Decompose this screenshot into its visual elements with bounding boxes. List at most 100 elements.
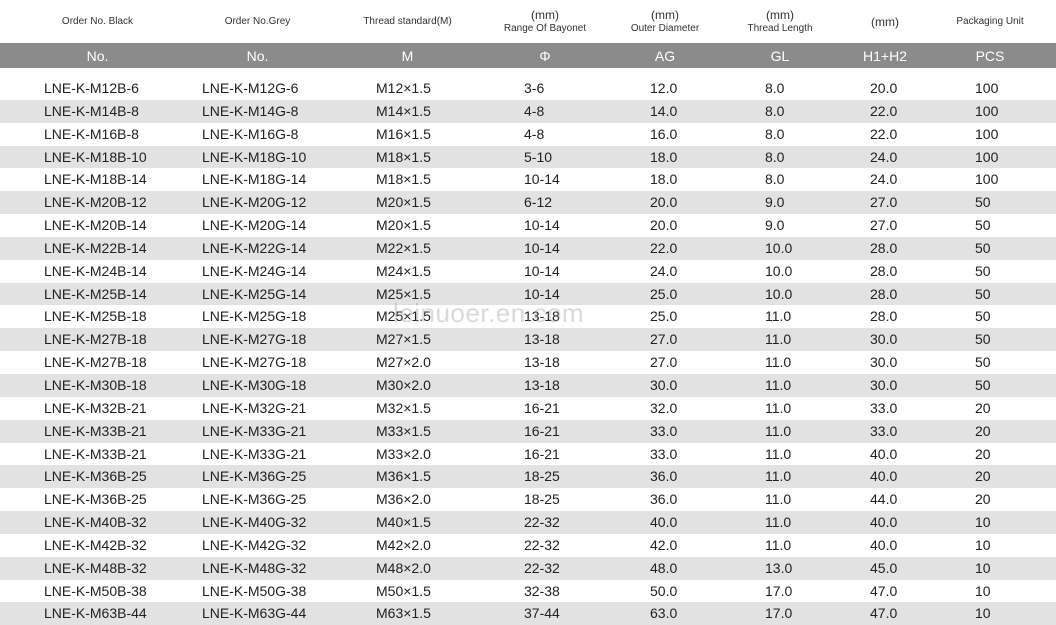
table-row: LNE-K-M18B-14 LNE-K-M18G-14 M18×1.5 10-14 18… <box>0 168 1056 191</box>
subheader-no-black: No. <box>86 48 109 64</box>
cell-packaging-unit: 10 <box>975 536 991 553</box>
table-row: LNE-K-M25B-18 LNE-K-M25G-18 M25×1.5 13-18 25… <box>0 305 1056 328</box>
table-row: LNE-K-M24B-14 LNE-K-M24G-14 M24×1.5 10-14 24… <box>0 260 1056 283</box>
cell-bayonet-range: 10-14 <box>524 171 560 188</box>
table-row: LNE-K-M48B-32 LNE-K-M48G-32 M48×2.0 22-32 48… <box>0 556 1056 580</box>
table-header-sub: No. No. M Φ AG GL H1+H2 PCS <box>0 43 1056 68</box>
cell-h1-h2: 40.0 <box>870 445 898 462</box>
cell-bayonet-range: 4-8 <box>524 102 545 119</box>
table-row: LNE-K-M22B-14 LNE-K-M22G-14 M22×1.5 10-14 22… <box>0 236 1056 260</box>
cell-thread-length: 8.0 <box>765 102 785 119</box>
cell-packaging-unit: 50 <box>975 285 991 302</box>
cell-outer-diameter: 27.0 <box>650 331 678 348</box>
cell-order-no-black: LNE-K-M33B-21 <box>44 445 147 462</box>
cell-thread-length: 8.0 <box>765 80 785 96</box>
cell-outer-diameter: 63.0 <box>650 605 678 622</box>
cell-packaging-unit: 20 <box>975 468 991 485</box>
cell-outer-diameter: 33.0 <box>650 422 678 439</box>
cell-thread-length: 11.0 <box>765 308 792 325</box>
table-row: LNE-K-M63B-44 LNE-K-M63G-44 M63×1.5 37-44 63… <box>0 602 1056 625</box>
cell-order-no-grey: LNE-K-M24G-14 <box>202 262 307 279</box>
header-label: Thread standard(M) <box>363 16 452 27</box>
cell-bayonet-range: 13-18 <box>524 331 560 348</box>
cell-thread-length: 8.0 <box>765 148 785 165</box>
header-label: Packaging Unit <box>956 16 1024 27</box>
cell-order-no-grey: LNE-K-M18G-10 <box>202 148 307 165</box>
cell-thread-length: 11.0 <box>765 536 792 553</box>
header-label: Order No.Grey <box>224 16 291 27</box>
cell-order-no-black: LNE-K-M22B-14 <box>44 239 147 256</box>
table-row: LNE-K-M18B-10 LNE-K-M18G-10 M18×1.5 5-10 18.… <box>0 145 1056 169</box>
cell-order-no-black: LNE-K-M20B-12 <box>44 194 147 211</box>
subheader-m: M <box>401 48 414 64</box>
cell-outer-diameter: 20.0 <box>650 217 678 234</box>
header-thread-standard: Thread standard(M) <box>340 0 475 43</box>
cell-order-no-grey: LNE-K-M14G-8 <box>202 102 299 119</box>
cell-packaging-unit: 10 <box>975 582 991 599</box>
cell-packaging-unit: 20 <box>975 491 991 508</box>
cell-bayonet-range: 37-44 <box>524 605 560 622</box>
cell-h1-h2: 33.0 <box>870 399 898 416</box>
cell-thread-length: 10.0 <box>765 285 793 302</box>
cell-bayonet-range: 10-14 <box>524 262 560 279</box>
cell-bayonet-range: 18-25 <box>524 468 560 485</box>
cell-packaging-unit: 50 <box>975 239 991 256</box>
cell-h1-h2: 24.0 <box>870 171 898 188</box>
cell-bayonet-range: 16-21 <box>524 399 560 416</box>
header-label: Thread Length <box>747 23 813 34</box>
cell-order-no-grey: LNE-K-M16G-8 <box>202 125 299 142</box>
cell-order-no-black: LNE-K-M36B-25 <box>44 468 147 485</box>
cell-thread-length: 11.0 <box>765 491 792 508</box>
header-order-grey: Order No.Grey <box>190 0 325 43</box>
subheader-phi: Φ <box>539 48 551 64</box>
subheader-h1h2: H1+H2 <box>863 48 907 64</box>
cell-packaging-unit: 50 <box>975 262 991 279</box>
cell-order-no-grey: LNE-K-M36G-25 <box>202 468 307 485</box>
cell-h1-h2: 27.0 <box>870 217 898 234</box>
table-row: LNE-K-M27B-18 LNE-K-M27G-18 M27×1.5 13-18 27… <box>0 328 1056 352</box>
cell-order-no-grey: LNE-K-M27G-18 <box>202 331 307 348</box>
table-row: LNE-K-M20B-14 LNE-K-M20G-14 M20×1.5 10-14 20… <box>0 214 1056 237</box>
cell-thread-standard: M36×2.0 <box>376 491 431 508</box>
cell-packaging-unit: 50 <box>975 331 991 348</box>
cell-outer-diameter: 40.0 <box>650 514 678 531</box>
table-row: LNE-K-M12B-6 LNE-K-M12G-6 M12×1.5 3-6 12.0 8.… <box>0 77 1056 100</box>
cell-outer-diameter: 12.0 <box>650 80 678 96</box>
cell-thread-standard: M32×1.5 <box>376 399 431 416</box>
cell-packaging-unit: 10 <box>975 514 991 531</box>
cell-thread-standard: M27×1.5 <box>376 331 431 348</box>
header-label: Outer Diameter <box>630 23 700 34</box>
cell-packaging-unit: 100 <box>975 125 999 142</box>
cell-order-no-grey: LNE-K-M25G-18 <box>202 308 307 325</box>
cell-order-no-black: LNE-K-M25B-18 <box>44 308 147 325</box>
cell-thread-standard: M33×2.0 <box>376 445 431 462</box>
cell-h1-h2: 24.0 <box>870 148 898 165</box>
table-row: LNE-K-M33B-21 LNE-K-M33G-21 M33×1.5 16-21 33… <box>0 419 1056 443</box>
cell-h1-h2: 47.0 <box>870 605 898 622</box>
subheader-ag: AG <box>654 48 676 64</box>
cell-order-no-grey: LNE-K-M18G-14 <box>202 171 307 188</box>
header-order-black: Order No. Black <box>30 0 165 43</box>
table-row: LNE-K-M33B-21 LNE-K-M33G-21 M33×2.0 16-21 33… <box>0 443 1056 466</box>
cell-outer-diameter: 36.0 <box>650 468 678 485</box>
subheader-pcs: PCS <box>975 48 1005 64</box>
cell-thread-standard: M14×1.5 <box>376 102 431 119</box>
cell-order-no-black: LNE-K-M42B-32 <box>44 536 147 553</box>
cell-thread-standard: M18×1.5 <box>376 171 431 188</box>
cell-packaging-unit: 100 <box>975 102 999 119</box>
cell-bayonet-range: 22-32 <box>524 536 560 553</box>
cell-thread-standard: M12×1.5 <box>376 80 431 96</box>
table-row: LNE-K-M20B-12 LNE-K-M20G-12 M20×1.5 6-12 20.… <box>0 191 1056 215</box>
cell-h1-h2: 27.0 <box>870 194 898 211</box>
table-row: LNE-K-M50B-38 LNE-K-M50G-38 M50×1.5 32-38 50… <box>0 580 1056 603</box>
cell-packaging-unit: 100 <box>975 80 999 96</box>
cell-packaging-unit: 50 <box>975 354 991 371</box>
cell-h1-h2: 45.0 <box>870 559 898 576</box>
cell-h1-h2: 30.0 <box>870 376 898 393</box>
cell-outer-diameter: 18.0 <box>650 171 678 188</box>
cell-order-no-grey: LNE-K-M20G-14 <box>202 217 307 234</box>
cell-h1-h2: 30.0 <box>870 331 898 348</box>
cell-h1-h2: 30.0 <box>870 354 898 371</box>
cell-bayonet-range: 32-38 <box>524 582 560 599</box>
cell-h1-h2: 40.0 <box>870 536 898 553</box>
